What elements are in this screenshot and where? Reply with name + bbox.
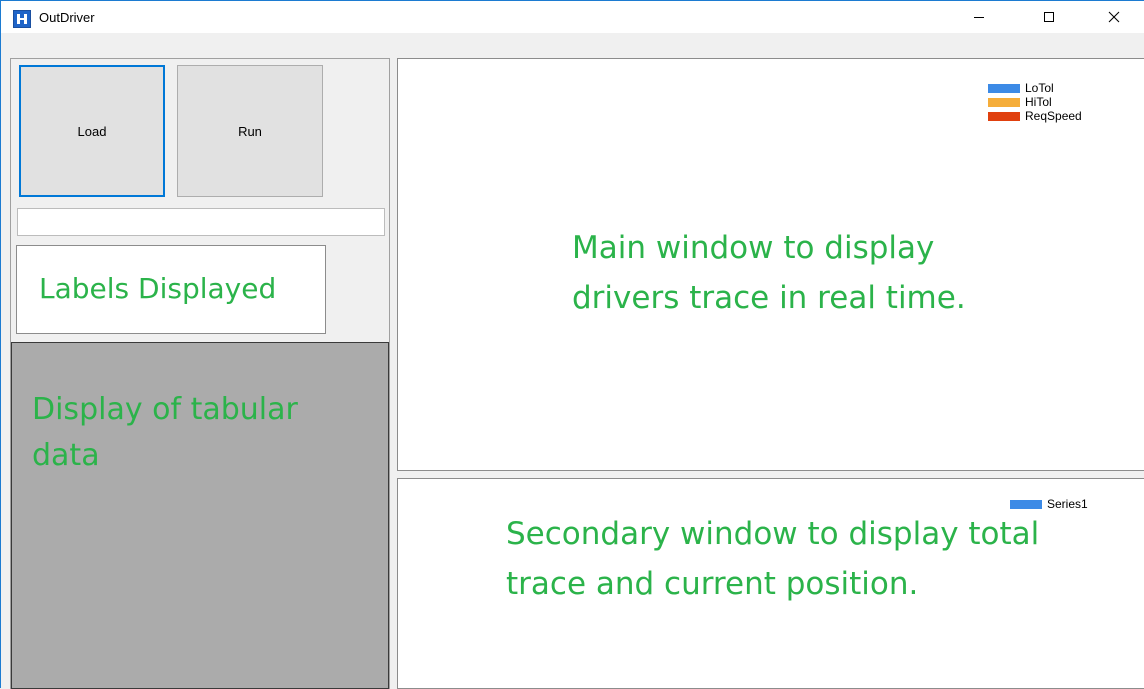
maximize-button[interactable] [1026, 1, 1072, 33]
progress-bar [17, 208, 385, 236]
window-title: OutDriver [39, 10, 95, 25]
legend-swatch-reqspeed [988, 111, 1020, 121]
secondary-chart-note: Secondary window to display total trace … [506, 516, 1040, 602]
app-window: OutDriver Load Run Labels Displayed Disp… [0, 0, 1144, 689]
close-button[interactable] [1091, 1, 1137, 33]
secondary-trace-chart[interactable]: Series1 Secondary window to display tota… [397, 478, 1144, 689]
load-button[interactable]: Load [19, 65, 165, 197]
title-bar[interactable]: OutDriver [1, 1, 1144, 33]
app-logo-icon [13, 10, 31, 28]
tabular-data-note: Display of tabular data [32, 392, 298, 473]
tabular-data-grid[interactable]: Display of tabular data [11, 342, 389, 689]
legend-item-reqspeed: ReqSpeed [988, 109, 1082, 123]
maximize-icon [1044, 12, 1054, 22]
close-icon [1108, 11, 1120, 23]
main-trace-chart[interactable]: LoTol HiTol ReqSpeed Main window to disp… [397, 58, 1144, 471]
legend-swatch-lotol [988, 83, 1020, 93]
minimize-button[interactable] [956, 1, 1002, 33]
main-chart-note: Main window to display drivers trace in … [572, 230, 966, 316]
minimize-icon [974, 17, 984, 18]
legend-item-hitol: HiTol [988, 95, 1052, 109]
legend-swatch-hitol [988, 97, 1020, 107]
legend-label-reqspeed: ReqSpeed [1025, 109, 1082, 123]
legend-label-hitol: HiTol [1025, 95, 1052, 109]
labels-display: Labels Displayed [16, 245, 326, 334]
legend-label-lotol: LoTol [1025, 81, 1054, 95]
run-button[interactable]: Run [177, 65, 323, 197]
labels-display-text: Labels Displayed [39, 272, 277, 305]
legend-swatch-series1 [1010, 499, 1042, 509]
legend-item-lotol: LoTol [988, 81, 1054, 95]
